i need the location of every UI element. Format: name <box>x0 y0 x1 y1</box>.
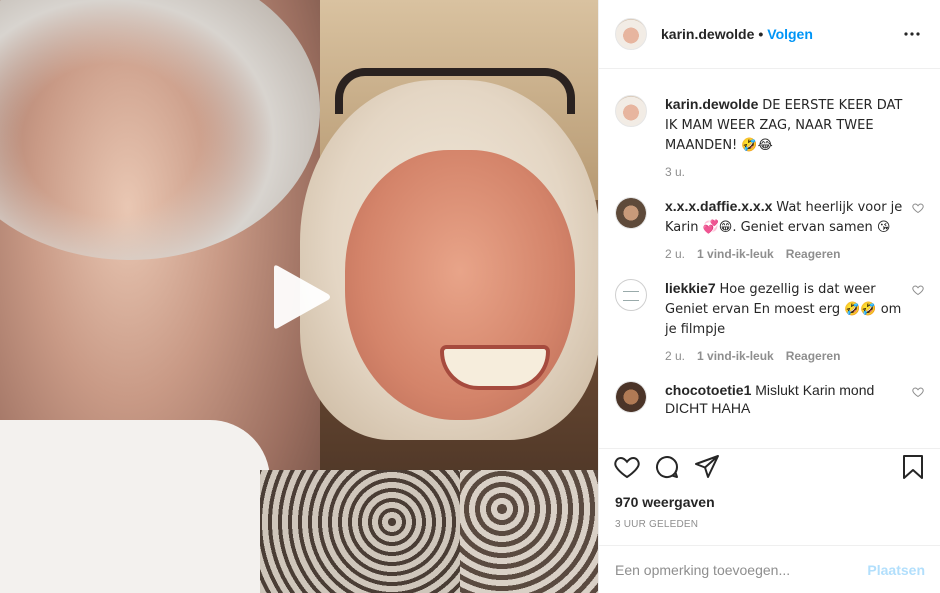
caption: karin.dewolde DE EERSTE KEER DAT IK MAM … <box>615 95 924 179</box>
comments-list[interactable]: karin.dewolde DE EERSTE KEER DAT IK MAM … <box>599 69 940 447</box>
comment-body: x.x.x.daffie.x.x.x Wat heerlijk voor je … <box>665 197 903 261</box>
comment-meta: 2 u. 1 vind-ik-leuk Reageren <box>665 247 903 261</box>
follow-button[interactable]: Volgen <box>767 26 813 42</box>
leopard-top <box>260 470 480 593</box>
comment-item: x.x.x.daffie.x.x.x Wat heerlijk voor je … <box>615 197 924 261</box>
comment-likes[interactable]: 1 vind-ik-leuk <box>697 247 774 261</box>
caption-text: karin.dewolde DE EERSTE KEER DAT IK MAM … <box>665 95 903 155</box>
play-icon[interactable] <box>268 264 334 330</box>
comment-time: 2 u. <box>665 349 686 363</box>
caption-meta: 3 u. <box>665 165 903 179</box>
view-count[interactable]: 970 weergaven <box>615 494 715 510</box>
comment-body: chocotoetie1 Mislukt Karin mond DICHT HA… <box>665 381 903 417</box>
post-button[interactable]: Plaatsen <box>867 562 925 578</box>
add-comment-bar: Plaatsen <box>599 545 940 593</box>
avatar[interactable] <box>615 197 647 229</box>
post-header: karin.dewolde • Volgen <box>599 0 940 69</box>
comment-item: liekkie7 Hoe gezellig is dat weer Geniet… <box>615 279 924 363</box>
video-player[interactable] <box>0 0 598 593</box>
comment-body: liekkie7 Hoe gezellig is dat weer Geniet… <box>665 279 903 363</box>
reply-button[interactable]: Reageren <box>786 349 841 363</box>
comment-text: x.x.x.daffie.x.x.x Wat heerlijk voor je … <box>665 197 903 237</box>
caption-username[interactable]: karin.dewolde <box>665 96 758 112</box>
heart-icon[interactable] <box>613 453 641 481</box>
comment-likes[interactable]: 1 vind-ik-leuk <box>697 349 774 363</box>
header-username[interactable]: karin.dewolde <box>661 26 754 42</box>
heart-icon[interactable] <box>912 283 924 296</box>
sunglasses <box>335 68 575 114</box>
comment-meta: 2 u. 1 vind-ik-leuk Reageren <box>665 349 903 363</box>
action-bar <box>599 448 940 484</box>
comment-username[interactable]: liekkie7 <box>665 280 716 296</box>
heart-icon[interactable] <box>912 385 924 398</box>
caption-body: karin.dewolde DE EERSTE KEER DAT IK MAM … <box>665 95 903 179</box>
comment-input[interactable] <box>615 561 868 578</box>
comment-icon[interactable] <box>653 453 681 481</box>
reply-button[interactable]: Reageren <box>786 247 841 261</box>
avatar[interactable] <box>615 279 647 311</box>
comment-text: liekkie7 Hoe gezellig is dat weer Geniet… <box>665 279 903 339</box>
comment-username[interactable]: x.x.x.daffie.x.x.x <box>665 198 772 214</box>
caption-time: 3 u. <box>665 165 686 179</box>
comment-time: 2 u. <box>665 247 686 261</box>
share-icon[interactable] <box>693 453 721 481</box>
more-icon[interactable] <box>900 22 924 46</box>
post-sidebar: karin.dewolde • Volgen karin.dewolde DE … <box>598 0 940 593</box>
comment-text: chocotoetie1 Mislukt Karin mond DICHT HA… <box>665 381 903 417</box>
leopard-top-right <box>460 470 598 593</box>
avatar[interactable] <box>615 18 647 50</box>
avatar[interactable] <box>615 95 647 127</box>
comment-item: chocotoetie1 Mislukt Karin mond DICHT HA… <box>615 381 924 417</box>
comment-username[interactable]: chocotoetie1 <box>665 382 751 398</box>
post-dialog: karin.dewolde • Volgen karin.dewolde DE … <box>0 0 940 593</box>
avatar[interactable] <box>615 381 647 413</box>
bookmark-icon[interactable] <box>899 453 927 481</box>
header-separator: • <box>758 26 764 42</box>
left-shirt <box>0 420 270 593</box>
post-timestamp: 3 UUR GELEDEN <box>615 519 699 530</box>
heart-icon[interactable] <box>912 201 924 214</box>
